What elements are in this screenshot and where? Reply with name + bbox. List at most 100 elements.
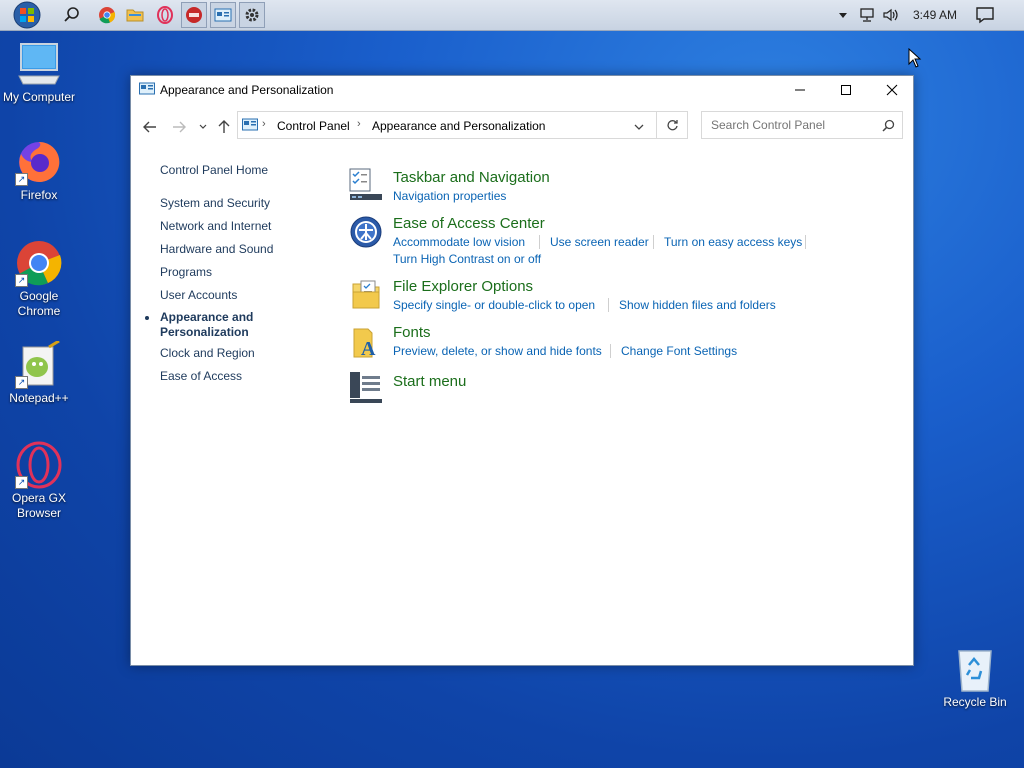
desktop-icon-notepadpp[interactable]: ↗ Notepad++ — [0, 339, 78, 406]
start-menu-icon — [350, 372, 382, 403]
desktop-icon-my-computer[interactable]: My Computer — [0, 40, 78, 105]
control-panel-icon — [242, 118, 258, 131]
link-separator — [653, 235, 654, 249]
gear-icon — [245, 8, 259, 22]
desktop-icon-opera-gx[interactable]: ↗ Opera GX Browser — [0, 441, 78, 521]
desktop-icon-label: Opera GX Browser — [11, 491, 67, 520]
desktop-icon-label: Recycle Bin — [943, 695, 1007, 709]
maximize-button[interactable] — [823, 76, 869, 104]
show-hidden-icons-button[interactable] — [838, 0, 848, 30]
forward-button[interactable] — [170, 118, 188, 136]
speaker-icon — [883, 8, 898, 22]
link-navigation-properties[interactable]: Navigation properties — [393, 189, 506, 203]
maximize-icon — [841, 85, 851, 95]
ease-of-access-icon — [350, 216, 382, 248]
desktop-icon-recycle-bin[interactable]: Recycle Bin — [936, 645, 1014, 710]
nav-user-accounts[interactable]: User Accounts — [160, 288, 237, 302]
recent-locations-button[interactable] — [194, 118, 212, 136]
shortcut-arrow-icon: ↗ — [15, 376, 28, 389]
address-dropdown-button[interactable] — [634, 120, 644, 134]
navigation-bar: › Control Panel › Appearance and Persona… — [131, 110, 913, 142]
taskbar-clock[interactable]: 3:49 AM — [913, 0, 957, 30]
back-button[interactable] — [141, 118, 159, 136]
control-panel-taskbar-button[interactable] — [210, 2, 236, 28]
control-panel-window: Appearance and Personalization › Control… — [130, 75, 914, 666]
link-separator — [610, 344, 611, 358]
chevron-down-icon — [199, 124, 207, 129]
chevron-down-icon — [634, 124, 644, 130]
start-button[interactable] — [9, 1, 45, 29]
category-ease-of-access-center[interactable]: Ease of Access Center — [393, 215, 545, 232]
breadcrumb-separator[interactable]: › — [357, 118, 361, 130]
up-button[interactable] — [215, 118, 233, 136]
opera-taskbar-button[interactable] — [152, 2, 178, 28]
network-tray-button[interactable] — [859, 0, 877, 30]
link-show-hidden-files[interactable]: Show hidden files and folders — [619, 298, 776, 312]
category-taskbar-navigation[interactable]: Taskbar and Navigation — [393, 169, 550, 186]
nav-clock-region[interactable]: Clock and Region — [160, 346, 255, 360]
nav-network-internet[interactable]: Network and Internet — [160, 219, 271, 233]
title-bar[interactable]: Appearance and Personalization — [131, 76, 913, 104]
category-file-explorer-options[interactable]: File Explorer Options — [393, 278, 533, 295]
computer-icon — [18, 43, 60, 85]
search-icon[interactable] — [882, 119, 895, 132]
folder-icon — [126, 9, 144, 22]
desktop-icon-label: Firefox — [20, 188, 58, 202]
breadcrumb-control-panel[interactable]: Control Panel — [277, 119, 350, 133]
fonts-icon: A — [353, 328, 376, 359]
desktop-icon-label: Google Chrome — [17, 289, 61, 318]
search-input[interactable] — [709, 117, 873, 133]
link-separator — [608, 298, 609, 312]
link-use-screen-reader[interactable]: Use screen reader — [550, 235, 649, 249]
arrow-right-icon — [173, 121, 186, 133]
search-box[interactable] — [701, 111, 903, 139]
volume-tray-button[interactable] — [882, 0, 900, 30]
notification-icon — [976, 7, 994, 24]
minimize-button[interactable] — [777, 76, 823, 104]
close-button[interactable] — [869, 76, 915, 104]
window-title: Appearance and Personalization — [160, 83, 334, 97]
file-explorer-taskbar-button[interactable] — [122, 2, 148, 28]
link-preview-delete-fonts[interactable]: Preview, delete, or show and hide fonts — [393, 344, 602, 358]
link-accommodate-low-vision[interactable]: Accommodate low vision — [393, 235, 525, 249]
desktop-icon-label: Notepad++ — [9, 391, 69, 405]
nav-control-panel-home[interactable]: Control Panel Home — [160, 163, 268, 177]
file-explorer-options-icon — [352, 280, 380, 309]
refresh-button[interactable] — [657, 111, 688, 139]
taskbar: 3:49 AM — [0, 0, 1024, 31]
triangle-down-icon — [839, 13, 847, 18]
search-taskbar-button[interactable] — [59, 2, 85, 28]
notifications-button[interactable] — [975, 0, 995, 30]
recycle-bin-icon — [958, 650, 992, 692]
minimize-icon — [795, 89, 805, 91]
breadcrumb-separator[interactable]: › — [262, 118, 266, 130]
address-bar[interactable]: › Control Panel › Appearance and Persona… — [237, 111, 657, 139]
chrome-taskbar-button[interactable] — [94, 2, 120, 28]
breadcrumb-appearance[interactable]: Appearance and Personalization — [372, 119, 545, 133]
nav-hardware-sound[interactable]: Hardware and Sound — [160, 242, 273, 256]
arrow-left-icon — [143, 121, 156, 133]
nav-ease-of-access[interactable]: Ease of Access — [160, 369, 242, 383]
desktop-icon-firefox[interactable]: ↗ Firefox — [0, 138, 78, 203]
arrow-up-icon — [218, 120, 230, 133]
nav-programs[interactable]: Programs — [160, 265, 212, 279]
nav-system-security[interactable]: System and Security — [160, 196, 270, 210]
settings-taskbar-button[interactable] — [239, 2, 265, 28]
shortcut-arrow-icon: ↗ — [15, 476, 28, 489]
link-single-double-click[interactable]: Specify single- or double-click to open — [393, 298, 595, 312]
desktop-icon-chrome[interactable]: ↗ Google Chrome — [0, 239, 78, 319]
devcpp-taskbar-button[interactable] — [181, 2, 207, 28]
windows-orb-icon — [13, 1, 41, 29]
category-start-menu[interactable]: Start menu — [393, 373, 466, 390]
link-turn-on-easy-access-keys[interactable]: Turn on easy access keys — [664, 235, 802, 249]
link-change-font-settings[interactable]: Change Font Settings — [621, 344, 737, 358]
link-turn-high-contrast[interactable]: Turn High Contrast on or off — [393, 252, 541, 266]
desktop-icon-label: My Computer — [2, 90, 76, 104]
shortcut-arrow-icon: ↗ — [15, 173, 28, 186]
devcpp-icon — [186, 7, 202, 23]
link-separator — [539, 235, 540, 249]
search-icon — [64, 7, 79, 22]
opera-icon — [157, 6, 173, 24]
refresh-icon — [666, 119, 678, 130]
category-fonts[interactable]: Fonts — [393, 324, 431, 341]
